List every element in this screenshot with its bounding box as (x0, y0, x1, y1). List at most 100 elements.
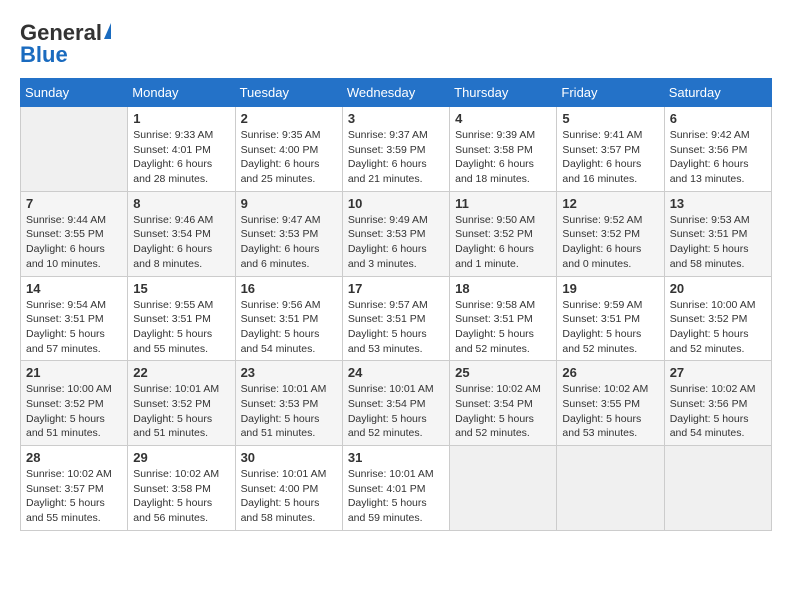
day-number: 16 (241, 281, 337, 296)
week-row-4: 21 Sunrise: 10:00 AMSunset: 3:52 PMDaylig… (21, 361, 772, 446)
calendar-body: 1 Sunrise: 9:33 AMSunset: 4:01 PMDaylight… (21, 107, 772, 531)
day-number: 14 (26, 281, 122, 296)
calendar-cell: 21 Sunrise: 10:00 AMSunset: 3:52 PMDaylig… (21, 361, 128, 446)
calendar-cell: 16Sunrise: 9:56 AMSunset: 3:51 PMDayligh… (235, 276, 342, 361)
day-info: Sunrise: 9:55 AMSunset: 3:51 PMDaylight:… (133, 298, 229, 357)
day-info: Sunrise: 10:00 AMSunset: 3:52 PMDaylight… (670, 298, 766, 357)
day-header-thursday: Thursday (450, 79, 557, 107)
day-number: 18 (455, 281, 551, 296)
day-info: Sunrise: 9:35 AMSunset: 4:00 PMDaylight:… (241, 128, 337, 187)
day-info: Sunrise: 10:01 AMSunset: 3:54 PMDaylight… (348, 382, 444, 441)
calendar-cell: 2 Sunrise: 9:35 AMSunset: 4:00 PMDaylight… (235, 107, 342, 192)
week-row-5: 28 Sunrise: 10:02 AMSunset: 3:57 PMDaylig… (21, 446, 772, 531)
calendar-cell: 29 Sunrise: 10:02 AMSunset: 3:58 PMDaylig… (128, 446, 235, 531)
day-number: 31 (348, 450, 444, 465)
calendar-cell: 28 Sunrise: 10:02 AMSunset: 3:57 PMDaylig… (21, 446, 128, 531)
day-header-sunday: Sunday (21, 79, 128, 107)
day-header-wednesday: Wednesday (342, 79, 449, 107)
day-info: Sunrise: 10:01 AMSunset: 3:52 PMDaylight… (133, 382, 229, 441)
day-number: 8 (133, 196, 229, 211)
week-row-1: 1 Sunrise: 9:33 AMSunset: 4:01 PMDaylight… (21, 107, 772, 192)
day-info: Sunrise: 10:01 AMSunset: 4:01 PMDaylight… (348, 467, 444, 526)
calendar-cell: 13 Sunrise: 9:53 AMSunset: 3:51 PMDayligh… (664, 191, 771, 276)
day-header-friday: Friday (557, 79, 664, 107)
calendar-cell: 11 Sunrise: 9:50 AMSunset: 3:52 PMDayligh… (450, 191, 557, 276)
day-info: Sunrise: 10:02 AMSunset: 3:57 PMDaylight… (26, 467, 122, 526)
calendar-cell: 27 Sunrise: 10:02 AMSunset: 3:56 PMDaylig… (664, 361, 771, 446)
day-info: Sunrise: 9:33 AMSunset: 4:01 PMDaylight:… (133, 128, 229, 187)
calendar-cell (664, 446, 771, 531)
day-info: Sunrise: 10:02 AMSunset: 3:56 PMDaylight… (670, 382, 766, 441)
calendar-cell: 3Sunrise: 9:37 AMSunset: 3:59 PMDaylight… (342, 107, 449, 192)
day-number: 23 (241, 365, 337, 380)
calendar-cell: 9 Sunrise: 9:47 AMSunset: 3:53 PMDaylight… (235, 191, 342, 276)
day-number: 13 (670, 196, 766, 211)
calendar-cell (21, 107, 128, 192)
day-info: Sunrise: 9:46 AMSunset: 3:54 PMDaylight:… (133, 213, 229, 272)
day-info: Sunrise: 10:02 AMSunset: 3:54 PMDaylight… (455, 382, 551, 441)
calendar-cell: 14 Sunrise: 9:54 AMSunset: 3:51 PMDayligh… (21, 276, 128, 361)
day-number: 9 (241, 196, 337, 211)
calendar-header-row: SundayMondayTuesdayWednesdayThursdayFrid… (21, 79, 772, 107)
calendar-cell (450, 446, 557, 531)
logo: General Blue (20, 20, 111, 68)
day-info: Sunrise: 10:01 AMSunset: 3:53 PMDaylight… (241, 382, 337, 441)
logo-triangle-icon (104, 23, 111, 39)
day-number: 15 (133, 281, 229, 296)
day-number: 30 (241, 450, 337, 465)
week-row-2: 7 Sunrise: 9:44 AMSunset: 3:55 PMDaylight… (21, 191, 772, 276)
day-info: Sunrise: 9:44 AMSunset: 3:55 PMDaylight:… (26, 213, 122, 272)
calendar-cell: 25Sunrise: 10:02 AMSunset: 3:54 PMDaylig… (450, 361, 557, 446)
day-number: 4 (455, 111, 551, 126)
day-info: Sunrise: 9:58 AMSunset: 3:51 PMDaylight:… (455, 298, 551, 357)
day-info: Sunrise: 9:53 AMSunset: 3:51 PMDaylight:… (670, 213, 766, 272)
day-number: 3 (348, 111, 444, 126)
calendar-cell: 15 Sunrise: 9:55 AMSunset: 3:51 PMDayligh… (128, 276, 235, 361)
day-number: 21 (26, 365, 122, 380)
day-info: Sunrise: 9:47 AMSunset: 3:53 PMDaylight:… (241, 213, 337, 272)
calendar-cell: 23 Sunrise: 10:01 AMSunset: 3:53 PMDaylig… (235, 361, 342, 446)
day-number: 11 (455, 196, 551, 211)
day-info: Sunrise: 9:57 AMSunset: 3:51 PMDaylight:… (348, 298, 444, 357)
day-number: 2 (241, 111, 337, 126)
calendar-cell: 7 Sunrise: 9:44 AMSunset: 3:55 PMDaylight… (21, 191, 128, 276)
day-number: 20 (670, 281, 766, 296)
day-number: 10 (348, 196, 444, 211)
day-info: Sunrise: 10:02 AMSunset: 3:58 PMDaylight… (133, 467, 229, 526)
day-number: 1 (133, 111, 229, 126)
day-header-monday: Monday (128, 79, 235, 107)
day-number: 28 (26, 450, 122, 465)
calendar-cell: 1 Sunrise: 9:33 AMSunset: 4:01 PMDaylight… (128, 107, 235, 192)
calendar-cell: 8 Sunrise: 9:46 AMSunset: 3:54 PMDaylight… (128, 191, 235, 276)
calendar-cell: 6 Sunrise: 9:42 AMSunset: 3:56 PMDaylight… (664, 107, 771, 192)
calendar-cell: 5Sunrise: 9:41 AMSunset: 3:57 PMDaylight… (557, 107, 664, 192)
day-info: Sunrise: 9:54 AMSunset: 3:51 PMDaylight:… (26, 298, 122, 357)
logo-blue: Blue (20, 42, 68, 68)
day-number: 27 (670, 365, 766, 380)
day-number: 6 (670, 111, 766, 126)
day-header-tuesday: Tuesday (235, 79, 342, 107)
calendar-cell: 24Sunrise: 10:01 AMSunset: 3:54 PMDaylig… (342, 361, 449, 446)
calendar-cell: 31 Sunrise: 10:01 AMSunset: 4:01 PMDaylig… (342, 446, 449, 531)
page-header: General Blue (20, 20, 772, 68)
calendar-table: SundayMondayTuesdayWednesdayThursdayFrid… (20, 78, 772, 531)
calendar-cell: 18 Sunrise: 9:58 AMSunset: 3:51 PMDayligh… (450, 276, 557, 361)
day-info: Sunrise: 9:41 AMSunset: 3:57 PMDaylight:… (562, 128, 658, 187)
calendar-cell: 12Sunrise: 9:52 AMSunset: 3:52 PMDayligh… (557, 191, 664, 276)
calendar-cell: 19Sunrise: 9:59 AMSunset: 3:51 PMDayligh… (557, 276, 664, 361)
calendar-cell: 4Sunrise: 9:39 AMSunset: 3:58 PMDaylight… (450, 107, 557, 192)
day-number: 19 (562, 281, 658, 296)
day-info: Sunrise: 9:50 AMSunset: 3:52 PMDaylight:… (455, 213, 551, 272)
day-number: 7 (26, 196, 122, 211)
day-header-saturday: Saturday (664, 79, 771, 107)
calendar-cell: 26Sunrise: 10:02 AMSunset: 3:55 PMDaylig… (557, 361, 664, 446)
day-info: Sunrise: 9:42 AMSunset: 3:56 PMDaylight:… (670, 128, 766, 187)
day-number: 22 (133, 365, 229, 380)
calendar-cell: 30Sunrise: 10:01 AMSunset: 4:00 PMDaylig… (235, 446, 342, 531)
calendar-cell: 10Sunrise: 9:49 AMSunset: 3:53 PMDayligh… (342, 191, 449, 276)
day-number: 12 (562, 196, 658, 211)
day-info: Sunrise: 10:00 AMSunset: 3:52 PMDaylight… (26, 382, 122, 441)
day-number: 17 (348, 281, 444, 296)
calendar-cell: 20 Sunrise: 10:00 AMSunset: 3:52 PMDaylig… (664, 276, 771, 361)
day-number: 29 (133, 450, 229, 465)
